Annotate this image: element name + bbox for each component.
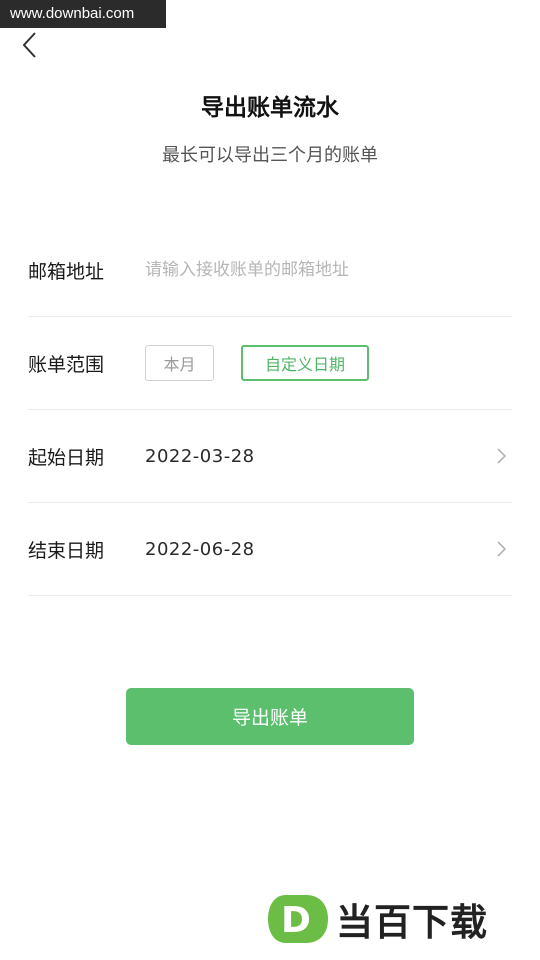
end-date-value: 2022-06-28 — [145, 538, 255, 560]
range-option-custom-date[interactable]: 自定义日期 — [241, 345, 369, 381]
back-button[interactable] — [14, 28, 44, 62]
range-option-this-month[interactable]: 本月 — [145, 345, 214, 381]
export-form: 邮箱地址 账单范围 本月 自定义日期 起始日期 2022-03-28 结束日期 … — [28, 224, 512, 596]
email-row: 邮箱地址 — [28, 224, 512, 317]
site-watermark: www.downbai.com — [0, 0, 166, 28]
range-label: 账单范围 — [28, 353, 105, 376]
start-date-value: 2022-03-28 — [145, 445, 255, 467]
end-date-label: 结束日期 — [28, 539, 105, 562]
range-row: 账单范围 本月 自定义日期 — [28, 317, 512, 410]
export-button[interactable]: 导出账单 — [126, 688, 414, 745]
brand-d-icon: D — [268, 895, 328, 943]
chevron-right-icon — [497, 541, 506, 557]
brand-logo: D 当百下载 — [266, 893, 488, 945]
email-label: 邮箱地址 — [28, 260, 105, 283]
chevron-right-icon — [497, 448, 506, 464]
brand-logo-text: 当百下载 — [336, 901, 488, 944]
end-date-row[interactable]: 结束日期 2022-06-28 — [28, 503, 512, 596]
email-input[interactable] — [145, 260, 485, 280]
chevron-left-icon — [22, 32, 36, 58]
start-date-row[interactable]: 起始日期 2022-03-28 — [28, 410, 512, 503]
start-date-label: 起始日期 — [28, 446, 105, 469]
page-subtitle: 最长可以导出三个月的账单 — [162, 145, 378, 166]
svg-text:D: D — [281, 900, 311, 941]
page-title: 导出账单流水 — [201, 95, 339, 121]
